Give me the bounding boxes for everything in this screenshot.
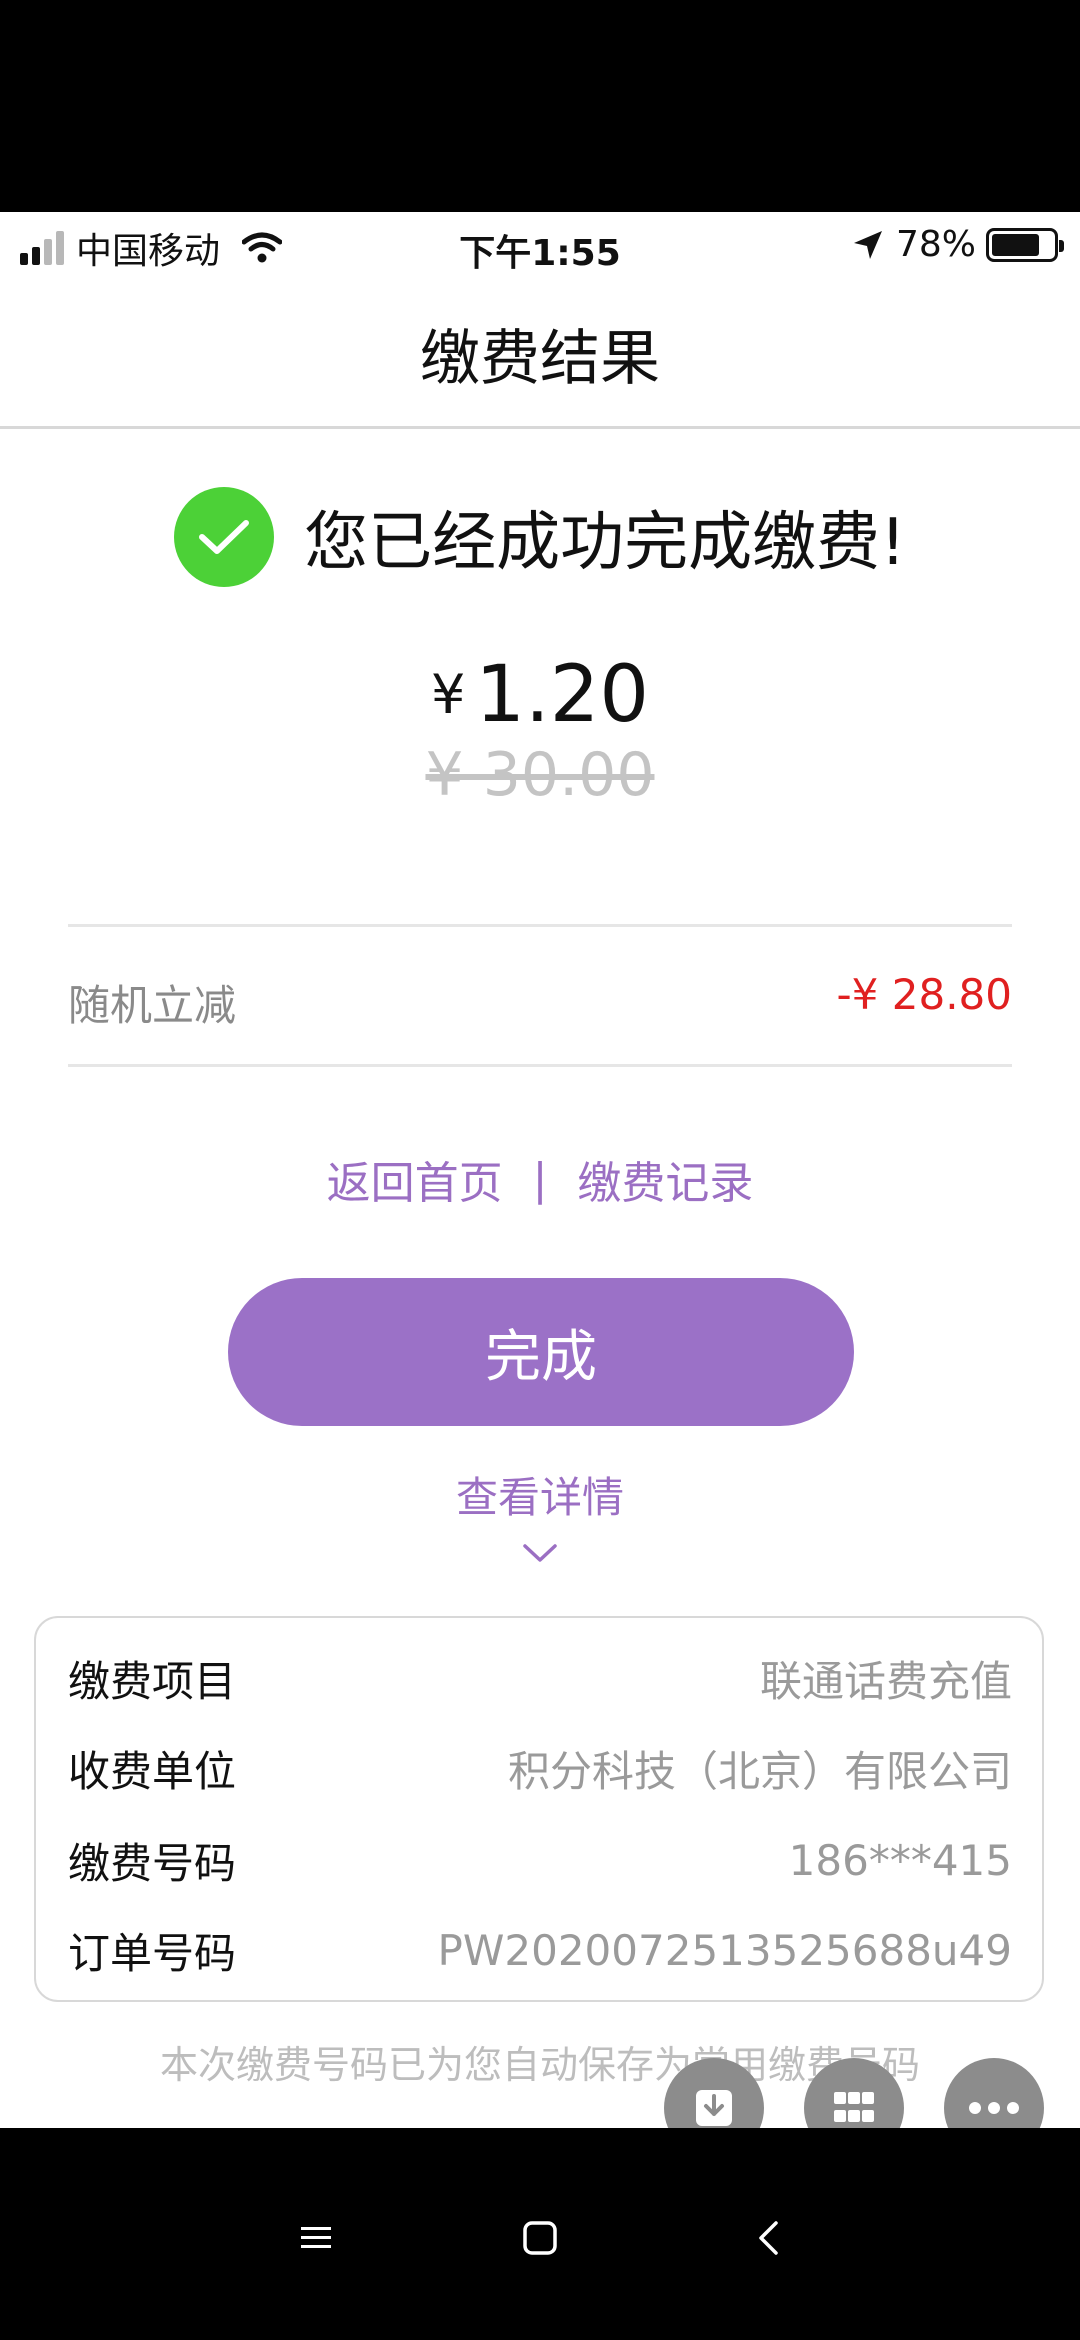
- home-link[interactable]: 返回首页: [327, 1147, 503, 1211]
- detail-key: 缴费号码: [68, 1839, 237, 1888]
- done-button[interactable]: 完成: [228, 1278, 854, 1426]
- more-icon: [969, 2102, 1019, 2114]
- payment-details-card: 缴费项目 联通话费充值 收费单位 积分科技（北京）有限公司 缴费号码 186**…: [34, 1616, 1044, 2002]
- location-arrow-icon: [853, 230, 882, 259]
- check-icon: [199, 520, 250, 554]
- detail-key: 订单号码: [68, 1929, 237, 1978]
- divider-top: [68, 924, 1012, 927]
- divider-bottom: [68, 1064, 1012, 1067]
- paid-amount: ¥1.20: [0, 650, 1080, 740]
- detail-key: 缴费项目: [68, 1657, 237, 1706]
- detail-row: 缴费项目 联通话费充值: [68, 1648, 1012, 1709]
- download-icon: [696, 2090, 732, 2126]
- detail-row: 收费单位 积分科技（北京）有限公司: [68, 1738, 1012, 1799]
- grid-icon: [834, 2092, 874, 2122]
- menu-button[interactable]: [256, 2178, 376, 2298]
- original-amount: ¥ 30.00: [425, 740, 655, 810]
- home-square-icon: [523, 2221, 557, 2255]
- status-bar: 中国移动 下午1:55 78%: [0, 212, 1080, 282]
- menu-icon: [301, 2227, 331, 2248]
- success-message: 您已经成功完成缴费!: [304, 506, 906, 580]
- status-right: 78%: [852, 224, 1064, 265]
- currency-symbol: ¥: [430, 663, 466, 726]
- discount-label: 随机立减: [68, 981, 237, 1030]
- detail-row: 订单号码 PW2020072513525688u49: [68, 1920, 1012, 1981]
- detail-value: 联通话费充值: [759, 1657, 1012, 1706]
- battery-percent: 78%: [895, 224, 976, 265]
- success-banner: 您已经成功完成缴费!: [0, 487, 1080, 587]
- footer-note: 本次缴费号码已为您自动保存为常用缴费号码: [159, 2043, 920, 2087]
- app-screen: 中国移动 下午1:55 78% 缴费结果 您已经成功完成缴费! ¥ 1.20 ¥…: [0, 212, 1080, 2128]
- link-separator: |: [532, 1153, 548, 1205]
- detail-key: 收费单位: [68, 1747, 237, 1796]
- detail-row: 缴费号码 186***415: [68, 1830, 1012, 1891]
- detail-value: PW2020072513525688u49: [437, 1926, 1012, 1975]
- payment-records-link[interactable]: 缴费记录: [577, 1147, 753, 1211]
- check-circle-icon: [174, 487, 275, 587]
- system-nav-bar: [0, 2128, 1080, 2340]
- home-button[interactable]: [480, 2178, 600, 2298]
- back-button[interactable]: [708, 2178, 828, 2298]
- detail-value: 积分科技（北京）有限公司: [507, 1747, 1012, 1796]
- header-divider: [0, 426, 1080, 429]
- detail-value: 186***415: [788, 1836, 1012, 1885]
- amount-value: 1.20: [475, 650, 650, 740]
- view-details-link[interactable]: 查看详情: [0, 1464, 1080, 1525]
- discount-value: -¥ 28.80: [836, 970, 1012, 1019]
- back-icon: [759, 2221, 778, 2255]
- battery-fill: [992, 233, 1039, 256]
- chevron-down-icon[interactable]: [522, 1542, 558, 1564]
- quick-links: 返回首页 | 缴费记录: [0, 1147, 1080, 1211]
- battery-icon: [986, 227, 1064, 262]
- page-title: 缴费结果: [420, 324, 660, 394]
